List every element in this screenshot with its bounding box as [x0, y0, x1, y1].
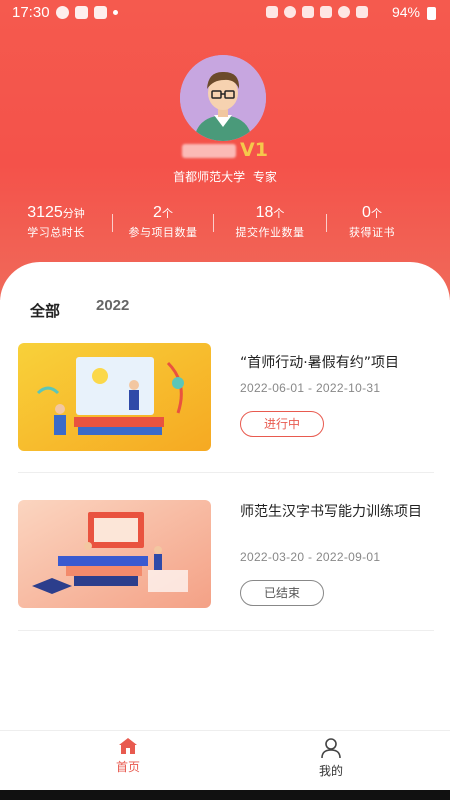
filter-tab-all[interactable]: 全部: [30, 300, 60, 321]
username: V1: [0, 137, 450, 161]
nav-home[interactable]: 首页: [78, 737, 178, 775]
status-button-ended[interactable]: 已结束: [240, 580, 324, 606]
shield-icon: [75, 6, 88, 19]
system-nav-bar: [0, 790, 450, 800]
nav-me[interactable]: 我的: [281, 737, 381, 779]
app-icon: [56, 6, 69, 19]
stat-study-time: 3125分钟 学习总时长: [0, 204, 112, 244]
stat-certificates: 0个 获得证书: [327, 204, 417, 244]
stat-value: 2: [153, 204, 162, 221]
stat-label: 参与项目数量: [128, 226, 198, 239]
school-role: 首都师范大学 专家: [0, 168, 450, 185]
project-thumbnail[interactable]: [18, 500, 211, 608]
project-date: 2022-06-01 - 2022-10-31: [240, 381, 381, 395]
stat-unit: 个: [370, 208, 382, 220]
avatar[interactable]: [180, 55, 266, 141]
status-left-icons: [56, 6, 118, 19]
alarm-icon: [266, 6, 278, 18]
role-label: 专家: [252, 170, 277, 184]
stat-assignments: 18个 提交作业数量: [214, 204, 326, 244]
stat-label: 获得证书: [349, 226, 395, 239]
clock-icon: [284, 6, 296, 18]
status-bar: 17:30 94%: [0, 0, 450, 26]
stat-label: 提交作业数量: [235, 226, 305, 239]
stat-label: 学习总时长: [27, 226, 85, 239]
nav-home-label: 首页: [115, 760, 140, 774]
username-masked: [182, 143, 237, 158]
notification-dot-icon: [113, 10, 118, 15]
stat-value: 18: [255, 204, 274, 221]
battery-icon: [427, 7, 436, 20]
list-divider: [18, 630, 434, 631]
status-time: 17:30: [12, 4, 50, 21]
wifi-icon: [338, 6, 350, 18]
stat-unit: 分钟: [62, 208, 85, 220]
project-item[interactable]: 师范生汉字书写能力训练项目 2022-03-20 - 2022-09-01 已结…: [18, 500, 434, 610]
stat-unit: 个: [273, 208, 285, 220]
filter-tab-2022[interactable]: 2022: [96, 297, 129, 314]
stat-projects: 2个 参与项目数量: [113, 204, 213, 244]
project-title[interactable]: 师范生汉字书写能力训练项目: [240, 500, 440, 524]
status-button-ongoing[interactable]: 进行中: [240, 411, 324, 437]
project-item[interactable]: “首师行动·暑假有约”项目 2022-06-01 - 2022-10-31 进行…: [18, 343, 434, 453]
bluetooth-icon: [302, 6, 314, 18]
signal-icon: [356, 6, 368, 18]
stat-value: 0: [362, 204, 371, 221]
status-right-icons: [266, 6, 368, 18]
app-icon-2: [94, 6, 107, 19]
school-name: 首都师范大学: [173, 170, 246, 184]
mute-icon: [320, 6, 332, 18]
project-date: 2022-03-20 - 2022-09-01: [240, 550, 381, 564]
stats-row: 3125分钟 学习总时长 2个 参与项目数量 18个 提交作业数量 0个 获得证…: [0, 204, 450, 244]
home-icon: [118, 737, 138, 755]
project-title[interactable]: “首师行动·暑假有约”项目: [240, 351, 440, 375]
list-divider: [18, 472, 434, 473]
project-thumbnail[interactable]: [18, 343, 211, 451]
stat-unit: 个: [161, 208, 173, 220]
level-badge: V1: [240, 139, 268, 161]
battery-percent: 94%: [391, 4, 420, 20]
stat-value: 3125: [27, 204, 63, 221]
nav-me-label: 我的: [318, 764, 343, 778]
person-icon: [320, 737, 342, 759]
